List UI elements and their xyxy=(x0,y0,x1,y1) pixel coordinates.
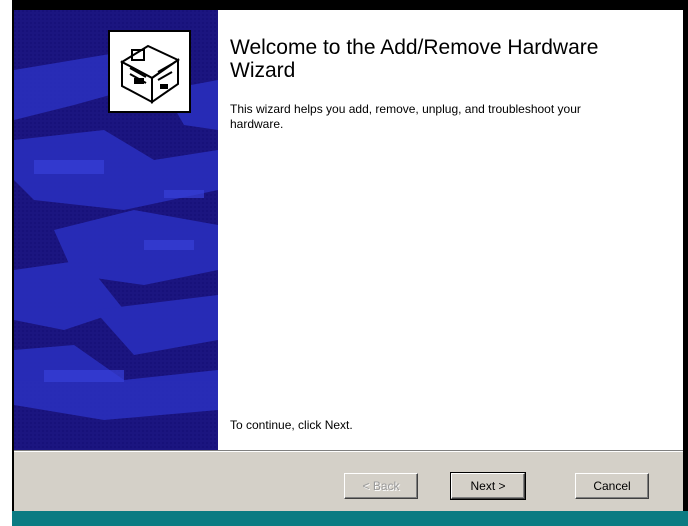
wizard-side-banner xyxy=(14,10,218,450)
screen-top-border xyxy=(0,0,688,10)
desktop-background xyxy=(12,511,688,526)
window-right-border xyxy=(683,0,688,526)
wizard-button-bar: < Back Next > Cancel xyxy=(14,452,683,511)
wizard-intro-text: This wizard helps you add, remove, unplu… xyxy=(230,102,581,131)
cancel-button[interactable]: Cancel xyxy=(575,473,649,499)
hardware-box-icon xyxy=(108,30,191,113)
wizard-title: Welcome to the Add/Remove Hardware Wizar… xyxy=(230,36,599,82)
screen-left-edge xyxy=(0,0,12,526)
add-remove-hardware-wizard: Welcome to the Add/Remove Hardware Wizar… xyxy=(14,10,683,511)
next-button[interactable]: Next > xyxy=(450,472,526,500)
wizard-content-area: Welcome to the Add/Remove Hardware Wizar… xyxy=(218,10,683,450)
continue-hint: To continue, click Next. xyxy=(230,418,353,432)
back-button[interactable]: < Back xyxy=(344,473,418,499)
